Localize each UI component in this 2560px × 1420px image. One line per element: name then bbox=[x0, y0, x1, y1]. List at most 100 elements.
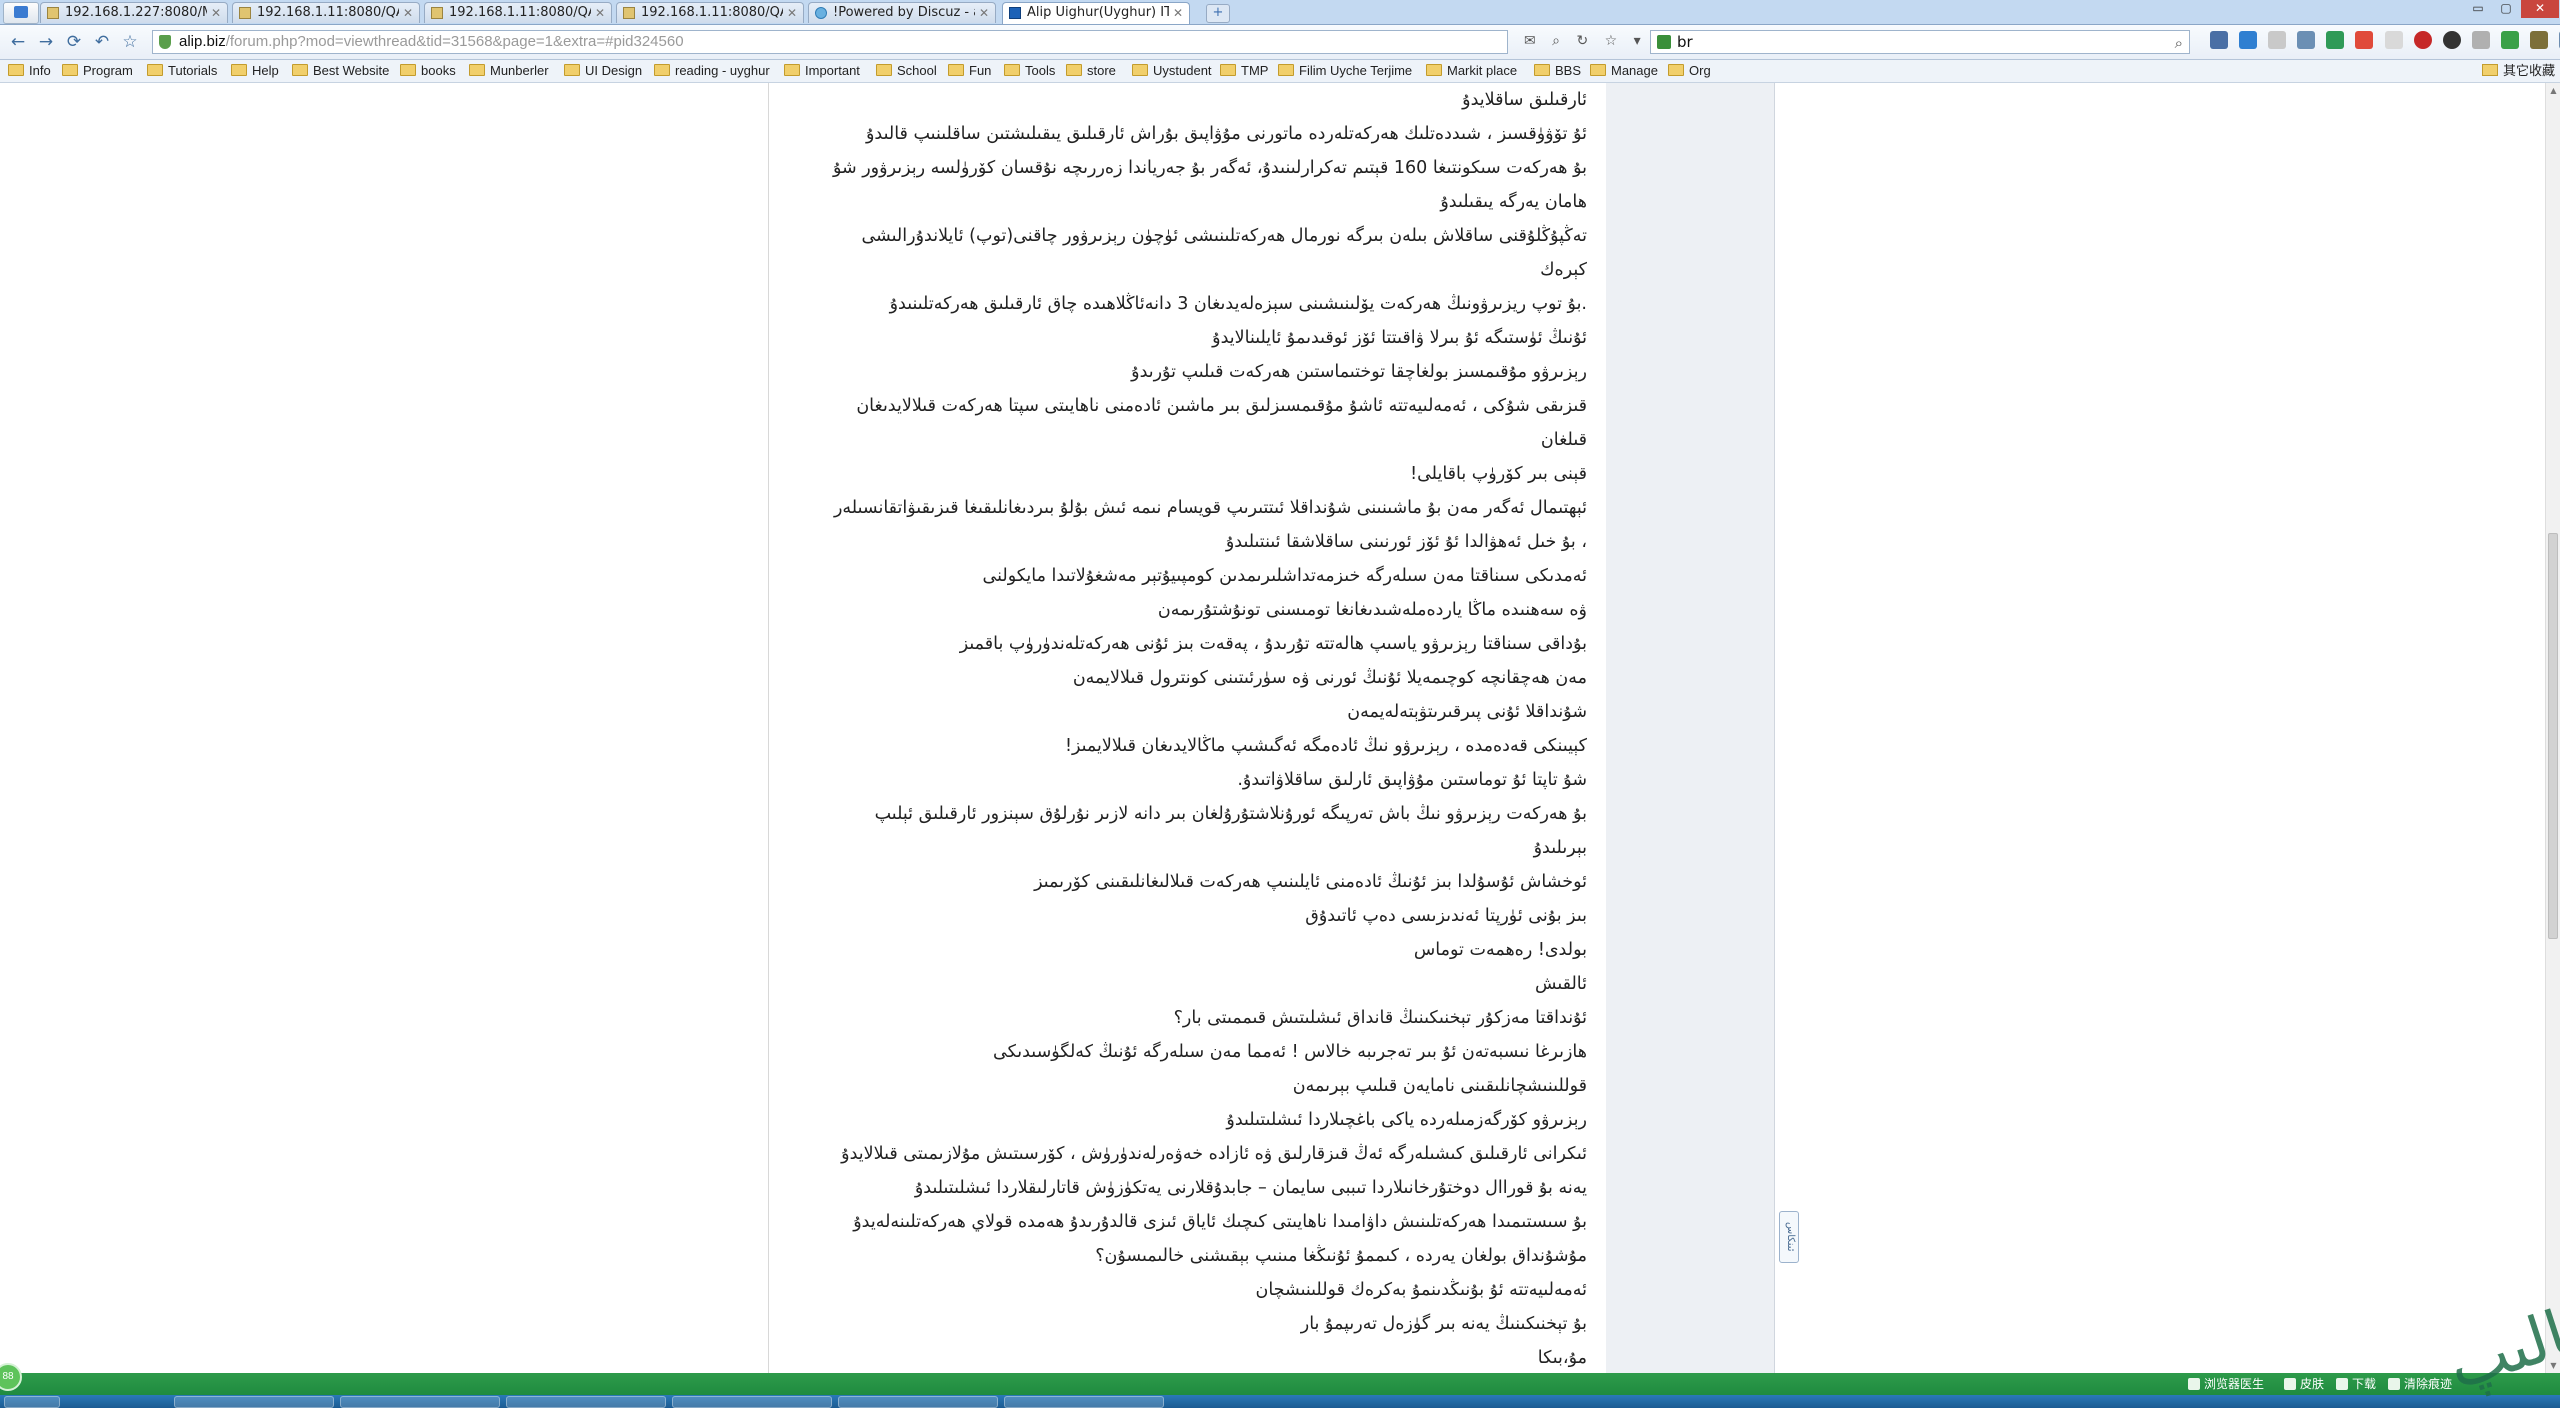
bookmark-folder[interactable]: Program bbox=[62, 60, 133, 82]
os-taskbar bbox=[0, 1395, 2560, 1408]
bookmark-folder[interactable]: Org bbox=[1668, 60, 1711, 82]
taskbar-app[interactable] bbox=[174, 1396, 334, 1408]
scroll-up-arrow-icon[interactable]: ▲ bbox=[2546, 83, 2560, 98]
folder-icon bbox=[1534, 64, 1550, 76]
search-icon[interactable]: ⌕ bbox=[2175, 32, 2183, 54]
undo-button[interactable]: ↶ bbox=[90, 30, 114, 54]
bookmark-folder[interactable]: Best Website bbox=[292, 60, 389, 82]
folder-icon bbox=[1278, 64, 1294, 76]
note-icon[interactable] bbox=[2384, 31, 2403, 49]
bookmark-folder[interactable]: reading - uyghur bbox=[654, 60, 770, 82]
scrollbar-thumb[interactable] bbox=[2548, 533, 2558, 939]
favorite-star-button[interactable]: ☆ bbox=[118, 30, 142, 54]
taskbar-app[interactable] bbox=[506, 1396, 666, 1408]
tab-title: 192.168.1.11:8080/QARI bbox=[641, 5, 783, 20]
bookmark-folder[interactable]: UI Design bbox=[564, 60, 642, 82]
close-icon[interactable]: ✕ bbox=[979, 3, 989, 23]
eye-icon[interactable] bbox=[2442, 31, 2461, 49]
bookmark-folder[interactable]: Important bbox=[784, 60, 860, 82]
document-icon bbox=[47, 7, 59, 19]
taskbar-app[interactable] bbox=[1004, 1396, 1164, 1408]
post-line: ئالقىش bbox=[1535, 974, 1587, 994]
close-icon[interactable]: ✕ bbox=[1173, 3, 1183, 23]
on-badge-icon[interactable] bbox=[2355, 31, 2374, 49]
skin-button[interactable]: 皮肤 bbox=[2284, 1373, 2324, 1395]
extension-icon[interactable] bbox=[2326, 31, 2345, 49]
bookmark-folder[interactable]: Tools bbox=[1004, 60, 1055, 82]
folder-icon bbox=[1066, 64, 1082, 76]
bookmark-folder[interactable]: School bbox=[876, 60, 937, 82]
mail-icon[interactable] bbox=[2268, 31, 2287, 49]
screen-icon[interactable] bbox=[2500, 31, 2519, 49]
search-input[interactable]: br ⌕ bbox=[1650, 30, 2190, 54]
download-button[interactable]: 下载 bbox=[2336, 1373, 2376, 1395]
url-text[interactable]: alip.biz/forum.php?mod=viewthread&tid=31… bbox=[179, 31, 684, 53]
maximize-button[interactable]: ▢ bbox=[2493, 0, 2519, 18]
tab-strip: 192.168.1.227:8080/Me ✕ 192.168.1.11:808… bbox=[0, 0, 2560, 25]
taskbar-app[interactable] bbox=[838, 1396, 998, 1408]
close-icon[interactable]: ✕ bbox=[787, 3, 797, 23]
close-icon[interactable]: ✕ bbox=[595, 3, 605, 23]
start-button[interactable] bbox=[4, 1396, 60, 1408]
post-line: بېرىلىدۇ bbox=[1533, 838, 1587, 858]
forward-button[interactable]: → bbox=[34, 30, 58, 54]
close-icon[interactable]: ✕ bbox=[403, 3, 413, 23]
floating-reply-tab[interactable]: ئىنكاس bbox=[1779, 1211, 1799, 1263]
alip-site-icon bbox=[1009, 7, 1021, 19]
bookmark-folder[interactable]: TMP bbox=[1220, 60, 1268, 82]
bookmark-folder[interactable]: store bbox=[1066, 60, 1116, 82]
status-counter-badge[interactable]: 88 bbox=[0, 1363, 22, 1391]
bookmark-folder[interactable]: Munberler bbox=[469, 60, 549, 82]
bookmark-folder[interactable]: Tutorials bbox=[147, 60, 217, 82]
tab-title: 192.168.1.227:8080/Me bbox=[65, 5, 207, 20]
post-line: .بۇ توپ ریزىرۋونىڭ ھەركەت يۆلىنىشىنى سېز… bbox=[889, 294, 1587, 314]
clear-traces-button[interactable]: 清除痕迹 bbox=[2388, 1373, 2452, 1395]
post-line: بۇداقى سىناقتا رېزىرۋو ياسىپ ھالەتتە تۇر… bbox=[959, 634, 1587, 654]
taskbar-app[interactable] bbox=[340, 1396, 500, 1408]
address-bar[interactable]: alip.biz/forum.php?mod=viewthread&tid=31… bbox=[152, 30, 1508, 54]
post-line: ئېھتىمال ئەگەر مەن بۇ ماشىنىنى شۇنداقلا … bbox=[833, 498, 1587, 518]
image-icon[interactable] bbox=[2530, 31, 2549, 49]
bookmark-folder[interactable]: books bbox=[400, 60, 456, 82]
browser-logo-icon[interactable] bbox=[3, 2, 39, 24]
folder-icon bbox=[2482, 64, 2498, 76]
folder-icon bbox=[564, 64, 580, 76]
tab-2[interactable]: 192.168.1.11:8080/QARI ✕ bbox=[232, 2, 420, 23]
tab-1[interactable]: 192.168.1.227:8080/Me ✕ bbox=[40, 2, 228, 23]
folder-icon bbox=[784, 64, 800, 76]
tab-6-active[interactable]: Alip Uighur(Uyghur) IT ✕ bbox=[1002, 2, 1190, 24]
bookmark-folder[interactable]: Help bbox=[231, 60, 279, 82]
close-icon[interactable]: ✕ bbox=[211, 3, 221, 23]
search-engine-icon[interactable] bbox=[1657, 35, 1671, 49]
bookmark-folder[interactable]: BBS bbox=[1534, 60, 1581, 82]
tab-title: 192.168.1.11:8080/QARI bbox=[257, 5, 399, 20]
record-icon[interactable] bbox=[2413, 31, 2432, 49]
document-icon bbox=[431, 7, 443, 19]
tab-3[interactable]: 192.168.1.11:8080/QARI ✕ bbox=[424, 2, 612, 23]
tab-5[interactable]: !Powered by Discuz - al ✕ bbox=[808, 2, 996, 23]
browser-doctor-button[interactable]: 浏览器医生 bbox=[2188, 1373, 2264, 1395]
url-path: /forum.php?mod=viewthread&tid=31568&page… bbox=[225, 33, 684, 50]
tools-icon[interactable] bbox=[2471, 31, 2490, 49]
bookmark-folder[interactable]: Fun bbox=[948, 60, 991, 82]
translate-icon[interactable] bbox=[2239, 31, 2258, 49]
taskbar-app[interactable] bbox=[672, 1396, 832, 1408]
bookmark-folder[interactable]: Info bbox=[8, 60, 51, 82]
post-line: بولدى! رەھمەت توماس bbox=[1413, 940, 1587, 960]
tab-4[interactable]: 192.168.1.11:8080/QARI ✕ bbox=[616, 2, 804, 23]
reload-button[interactable]: ⟳ bbox=[62, 30, 86, 54]
vertical-scrollbar[interactable]: ▲ ▼ bbox=[2545, 83, 2560, 1373]
download-icon[interactable] bbox=[2297, 31, 2316, 49]
minimize-button[interactable]: ▭ bbox=[2465, 0, 2491, 18]
bookmark-folder[interactable]: Manage bbox=[1590, 60, 1658, 82]
bookmark-folder[interactable]: Markit place bbox=[1426, 60, 1517, 82]
post-line: مۇ،بىكا bbox=[1537, 1348, 1587, 1368]
close-window-button[interactable]: ✕ bbox=[2521, 0, 2559, 18]
new-tab-button[interactable]: + bbox=[1206, 4, 1230, 23]
forum-post-column: ئارقىلىق ساقلايدۇ ئۇ تۆۋۈقسىز ، شىددەتلى… bbox=[768, 83, 1608, 1373]
grid-icon[interactable] bbox=[2210, 31, 2228, 49]
other-bookmarks-folder[interactable]: 其它收藏 bbox=[2482, 60, 2555, 82]
bookmark-folder[interactable]: Uystudent bbox=[1132, 60, 1212, 82]
bookmark-folder[interactable]: Filim Uyche Terjime bbox=[1278, 60, 1412, 82]
back-button[interactable]: ← bbox=[6, 30, 30, 54]
